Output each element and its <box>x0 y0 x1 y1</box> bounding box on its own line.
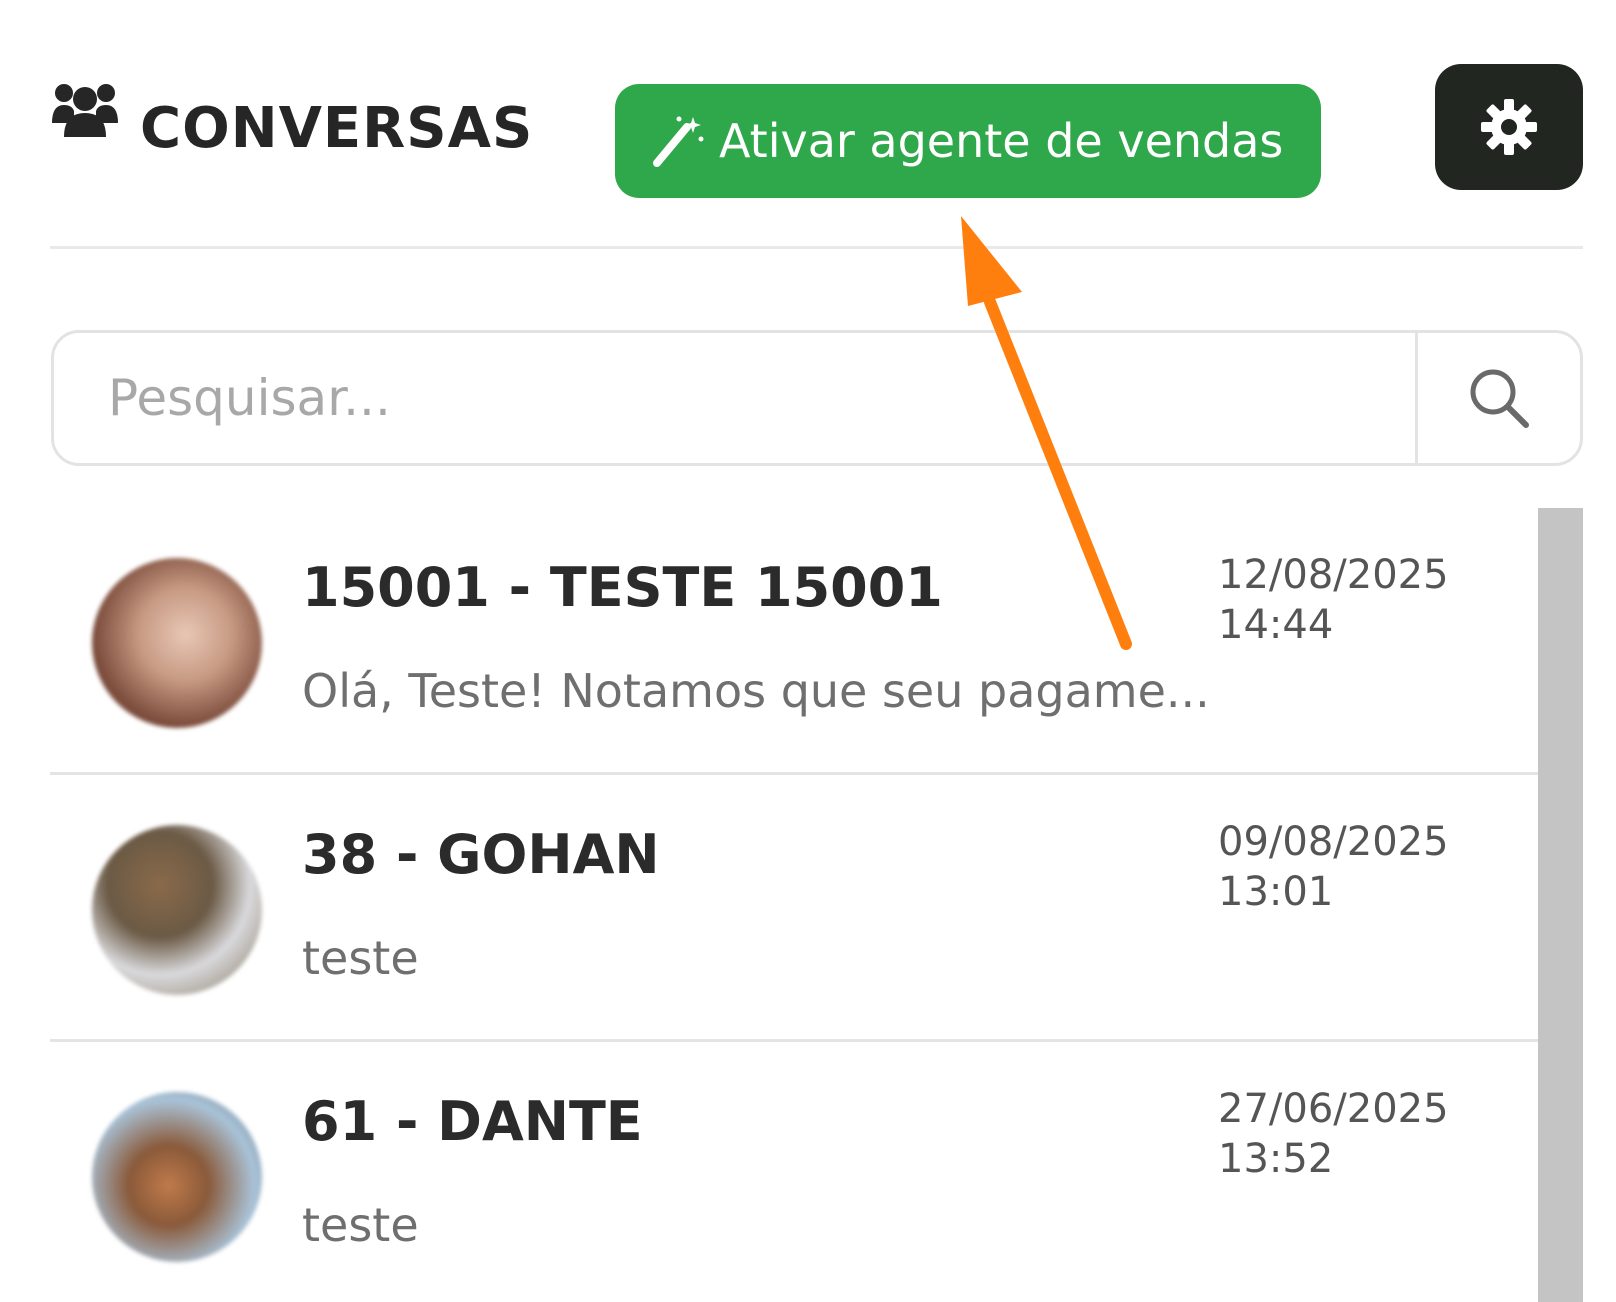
search-button[interactable] <box>1415 333 1580 463</box>
settings-button[interactable] <box>1435 64 1583 190</box>
avatar <box>92 558 262 728</box>
users-icon <box>52 84 118 137</box>
activate-sales-agent-button[interactable]: Ativar agente de vendas <box>615 84 1321 198</box>
conversation-name: 15001 - TESTE 15001 <box>302 556 943 619</box>
conversation-preview: teste <box>302 1198 419 1252</box>
header-divider <box>50 246 1583 249</box>
search-input[interactable] <box>54 333 1415 463</box>
conversations-panel: CONVERSAS Ativar agente de vendas Pesqui… <box>0 0 1616 1302</box>
conversation-time: 13:01 <box>1218 869 1334 915</box>
conversation-name: 38 - GOHAN <box>302 823 660 886</box>
conversation-time: 13:52 <box>1218 1136 1334 1182</box>
conversation-item[interactable]: 61 - DANTE teste 27/06/2025 13:52 <box>50 1042 1540 1302</box>
activate-sales-agent-label: Ativar agente de vendas <box>719 114 1284 168</box>
gear-icon <box>1481 99 1537 155</box>
page-title: CONVERSAS <box>140 95 534 161</box>
conversation-preview: Olá, Teste! Notamos que seu pagame... <box>302 664 1210 718</box>
panel-header: CONVERSAS <box>50 84 534 168</box>
search-icon <box>1470 369 1529 428</box>
avatar <box>92 825 262 995</box>
avatar <box>92 1092 262 1262</box>
conversation-date: 27/06/2025 <box>1218 1086 1449 1132</box>
magic-wand-icon <box>653 116 704 167</box>
conversation-date: 09/08/2025 <box>1218 819 1449 865</box>
conversation-list: 15001 - TESTE 15001 Olá, Teste! Notamos … <box>50 508 1540 1302</box>
search-bar <box>51 330 1583 466</box>
conversation-item[interactable]: 38 - GOHAN teste 09/08/2025 13:01 <box>50 775 1540 1042</box>
conversation-preview: teste <box>302 931 419 985</box>
conversation-item[interactable]: 15001 - TESTE 15001 Olá, Teste! Notamos … <box>50 508 1540 775</box>
scrollbar[interactable] <box>1538 508 1583 1302</box>
conversation-name: 61 - DANTE <box>302 1090 643 1153</box>
conversation-time: 14:44 <box>1218 602 1334 648</box>
conversation-date: 12/08/2025 <box>1218 552 1449 598</box>
